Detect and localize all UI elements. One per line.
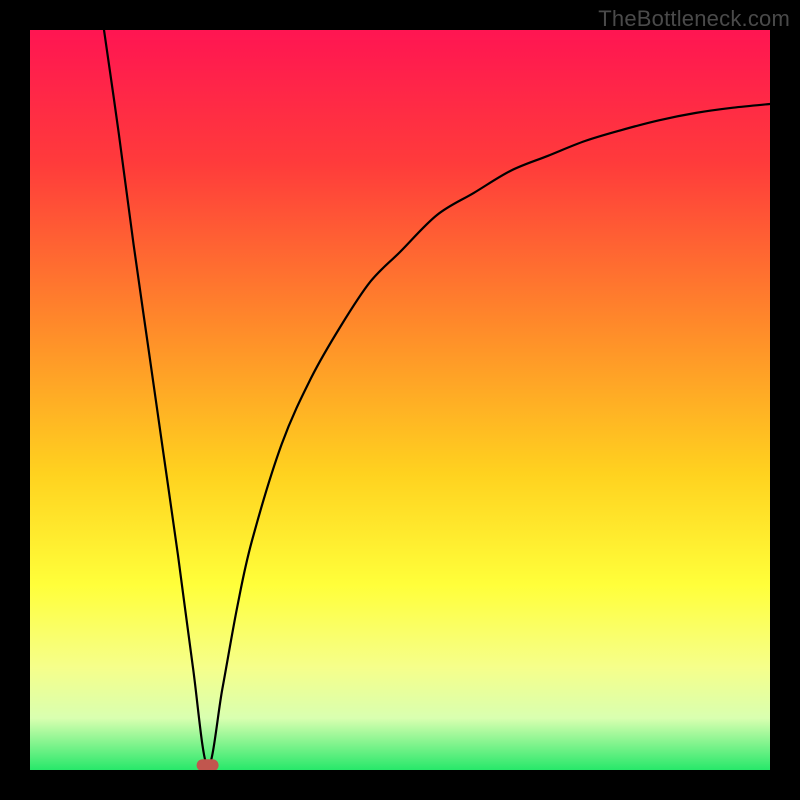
plot-area bbox=[30, 30, 770, 770]
optimum-marker bbox=[197, 759, 219, 770]
chart-svg bbox=[30, 30, 770, 770]
chart-frame: TheBottleneck.com bbox=[0, 0, 800, 800]
watermark-text: TheBottleneck.com bbox=[598, 6, 790, 32]
gradient-background bbox=[30, 30, 770, 770]
